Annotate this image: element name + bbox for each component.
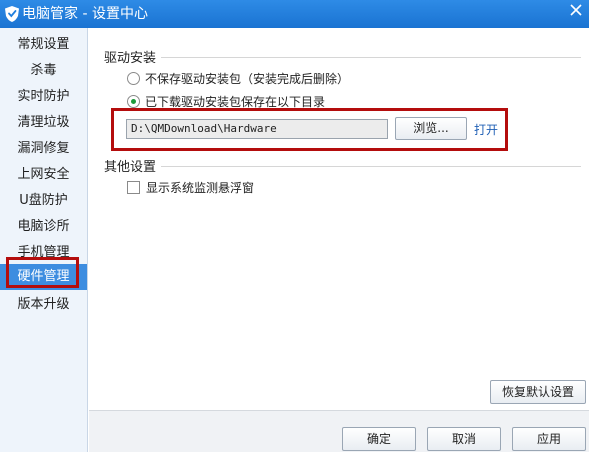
shield-logo-icon [5,6,19,22]
sidebar-item-hardware[interactable]: 硬件管理 [0,264,87,290]
apply-button[interactable]: 应用 [512,427,586,451]
section-divider [161,166,581,167]
sidebar-item-antivirus[interactable]: 杀毒 [0,58,87,84]
radio-delete-after-install[interactable]: 不保存驱动安装包（安装完成后删除） [127,69,349,87]
sidebar-item-usb[interactable]: U盘防护 [0,188,87,214]
open-folder-link[interactable]: 打开 [474,121,498,138]
restore-defaults-button[interactable]: 恢复默认设置 [490,380,586,404]
title-bar: 电脑管家 - 设置中心 [0,0,589,28]
sidebar-item-cleanup[interactable]: 清理垃圾 [0,110,87,136]
radio-label: 不保存驱动安装包（安装完成后删除） [145,71,350,86]
settings-content: 驱动安装 不保存驱动安装包（安装完成后删除） 已下载驱动安装包保存在以下目录 D… [89,28,589,452]
sidebar-item-clinic[interactable]: 电脑诊所 [0,214,87,240]
radio-button[interactable] [127,71,140,85]
sidebar-item-general[interactable]: 常规设置 [0,32,87,58]
checkbox-floating-monitor[interactable]: 显示系统监测悬浮窗 [127,178,254,196]
radio-save-to-directory[interactable]: 已下载驱动安装包保存在以下目录 [127,92,325,110]
section-title-driver: 驱动安装 [104,51,157,66]
settings-sidebar: 常规设置 杀毒 实时防护 清理垃圾 漏洞修复 上网安全 U盘防护 电脑诊所 手机… [0,28,88,452]
sidebar-item-upgrade[interactable]: 版本升级 [0,292,87,318]
download-path-field[interactable]: D:\QMDownload\Hardware [126,119,388,139]
window-title: 电脑管家 - 设置中心 [22,6,148,22]
section-divider [161,57,581,58]
close-icon[interactable] [565,0,587,22]
sidebar-item-patch[interactable]: 漏洞修复 [0,136,87,162]
sidebar-item-phone[interactable]: 手机管理 [0,240,87,266]
cancel-button[interactable]: 取消 [427,427,501,451]
sidebar-item-realtime[interactable]: 实时防护 [0,84,87,110]
ok-button[interactable]: 确定 [342,427,416,451]
radio-button-selected[interactable] [127,94,140,108]
dialog-footer: 确定 取消 应用 [89,410,589,452]
radio-label: 已下载驱动安装包保存在以下目录 [145,94,326,109]
sidebar-item-web-security[interactable]: 上网安全 [0,162,87,188]
section-title-other: 其他设置 [104,160,157,175]
checkbox-label: 显示系统监测悬浮窗 [146,180,255,195]
browse-button[interactable]: 浏览... [395,117,467,140]
checkbox[interactable] [127,180,140,194]
